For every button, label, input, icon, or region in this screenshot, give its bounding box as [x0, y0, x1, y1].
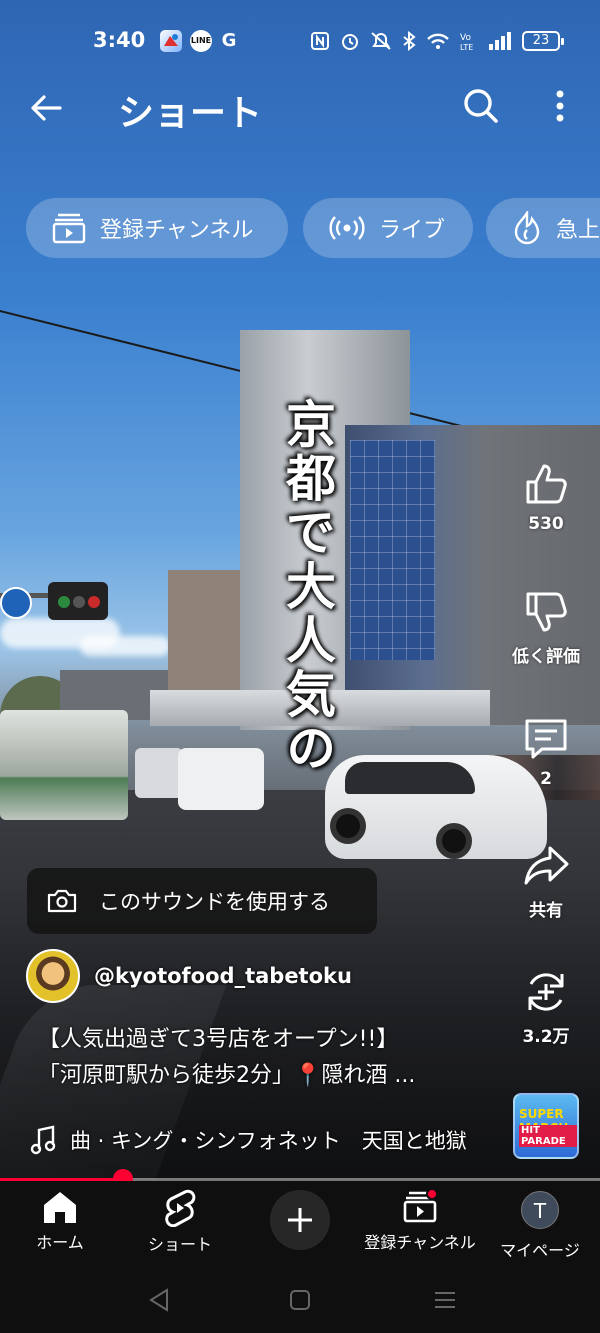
dislike-label: 低く評価	[512, 647, 580, 667]
like-count: 530	[528, 514, 564, 534]
create-button[interactable]	[270, 1190, 330, 1250]
chip-label: 急上	[556, 218, 600, 243]
chip-label: 登録チャンネル	[100, 218, 254, 243]
glass-windows	[350, 440, 435, 660]
status-bar: 3:40 LINE G Vo LTE 23	[0, 0, 600, 80]
filter-chips: 登録チャンネル ライブ 急上	[26, 198, 600, 260]
album-thumbnail[interactable]: SUPER MARCH HIT PARADE	[513, 1093, 579, 1159]
traffic-light	[48, 582, 108, 620]
video-description[interactable]: 【人気出過ぎて3号店をオープン!!】 「河原町駅から徒歩2分」📍隠れ酒 ...	[38, 1022, 488, 1094]
system-status-icons: Vo LTE 23	[310, 28, 564, 54]
music-title: 曲 · キング・シンフォネット 天国と地獄	[70, 1129, 467, 1153]
chip-label: ライブ	[379, 218, 446, 243]
video-caption-text: 京都で大人気の	[278, 398, 337, 776]
share-label: 共有	[529, 901, 563, 921]
line-icon: LINE	[190, 30, 212, 52]
nav-label: ホーム	[36, 1233, 84, 1252]
car-window	[345, 762, 475, 794]
van	[178, 748, 264, 810]
dislike-button[interactable]: 低く評価	[500, 588, 592, 667]
nav-subscriptions[interactable]: 登録チャンネル	[360, 1188, 480, 1253]
nav-label: ショート	[147, 1235, 212, 1254]
signal-icon	[489, 32, 511, 50]
google-icon: G	[221, 30, 237, 51]
svg-text:LTE: LTE	[460, 43, 473, 51]
svg-text:Vo: Vo	[460, 33, 471, 43]
system-home-button[interactable]	[285, 1285, 315, 1315]
comment-count: 2	[540, 769, 552, 789]
nav-my-page[interactable]: T マイページ	[480, 1189, 600, 1261]
use-sound-label: このサウンドを使用する	[99, 890, 330, 914]
user-avatar: T	[521, 1191, 559, 1229]
wifi-icon	[427, 33, 449, 49]
arrow-back-icon	[31, 95, 62, 121]
share-button[interactable]: 共有	[500, 842, 592, 921]
use-sound-button[interactable]: このサウンドを使用する	[27, 868, 377, 934]
nfc-icon	[311, 32, 329, 50]
subscriptions-icon	[52, 213, 86, 244]
trending-icon	[514, 211, 540, 245]
road-sign	[0, 587, 32, 619]
shorts-icon	[165, 1189, 196, 1227]
chip-subscriptions[interactable]: 登録チャンネル	[26, 198, 288, 258]
square-home-icon	[290, 1290, 310, 1310]
thumb-up-icon	[526, 464, 567, 504]
like-button[interactable]: 530	[500, 460, 592, 534]
channel-avatar[interactable]	[26, 949, 80, 1003]
more-options-button[interactable]	[548, 86, 572, 126]
car-wheel	[330, 808, 366, 844]
more-vertical-icon	[556, 90, 564, 122]
remix-count: 3.2万	[522, 1027, 570, 1047]
cloud	[80, 636, 170, 656]
chip-trending[interactable]: 急上	[486, 198, 600, 258]
album-subtitle: HIT PARADE	[519, 1125, 577, 1147]
camera-icon	[47, 889, 77, 913]
remix-icon	[528, 973, 564, 1011]
new-content-badge	[426, 1188, 438, 1200]
music-info[interactable]: 曲 · キング・シンフォネット 天国と地獄	[30, 1122, 496, 1158]
bluetooth-icon	[403, 31, 416, 51]
channel-handle[interactable]: @kyotofood_tabetoku	[94, 964, 352, 988]
volte-icon: VoLTE	[460, 33, 473, 51]
nav-home[interactable]: ホーム	[0, 1189, 120, 1253]
app-header: ショート	[0, 80, 600, 136]
chip-live[interactable]: ライブ	[303, 198, 473, 258]
nav-label: マイページ	[500, 1241, 580, 1260]
remix-button[interactable]: 3.2万	[500, 968, 592, 1047]
search-button[interactable]	[460, 86, 500, 126]
app-icon	[160, 30, 182, 52]
back-button[interactable]	[26, 88, 66, 128]
menu-lines-icon	[435, 1292, 455, 1308]
car-wheel	[436, 823, 472, 859]
clock: 3:40	[93, 28, 146, 52]
mute-icon	[371, 32, 391, 50]
home-icon	[44, 1192, 76, 1223]
description-line: 「河原町駅から徒歩2分」📍隠れ酒 ...	[38, 1063, 416, 1088]
bus	[0, 710, 128, 820]
music-note-icon	[30, 1125, 56, 1155]
triangle-back-icon	[149, 1288, 168, 1312]
van	[135, 748, 183, 798]
comment-icon	[525, 719, 567, 759]
live-icon	[329, 216, 365, 240]
nav-shorts[interactable]: ショート	[120, 1189, 240, 1255]
battery-indicator: 23	[522, 31, 564, 51]
system-recents-button[interactable]	[430, 1285, 460, 1315]
thumb-down-icon	[526, 592, 567, 632]
system-back-button[interactable]	[145, 1285, 175, 1315]
nav-label: 登録チャンネル	[364, 1233, 476, 1252]
search-icon	[464, 89, 498, 123]
bottom-navigation: ホーム ショート 登録チャンネル T マイページ	[0, 1181, 600, 1265]
description-line: 【人気出過ぎて3号店をオープン!!】	[38, 1027, 399, 1052]
plus-icon	[288, 1208, 312, 1232]
page-title: ショート	[118, 93, 263, 134]
share-icon	[524, 846, 569, 885]
comments-button[interactable]: 2	[500, 715, 592, 789]
alarm-icon	[342, 34, 358, 50]
system-navigation-bar	[0, 1265, 600, 1333]
channel-row[interactable]: @kyotofood_tabetoku	[26, 948, 352, 1004]
